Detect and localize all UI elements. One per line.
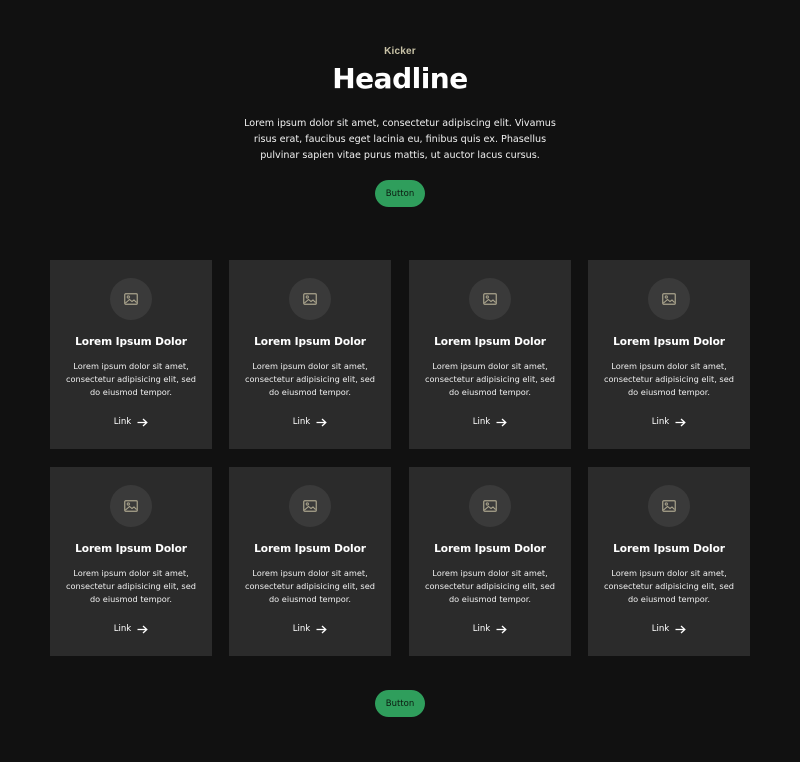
headline: Headline bbox=[332, 62, 468, 95]
arrow-right-icon bbox=[316, 418, 328, 427]
card: Lorem Ipsum Dolor Lorem ipsum dolor sit … bbox=[50, 467, 212, 656]
kicker: Kicker bbox=[384, 46, 416, 57]
card-link-label: Link bbox=[113, 417, 132, 427]
card-link[interactable]: Link bbox=[50, 417, 212, 427]
hero-button[interactable]: Button bbox=[375, 180, 425, 207]
arrow-right-icon bbox=[675, 625, 687, 634]
card-link-label: Link bbox=[651, 417, 670, 427]
image-icon bbox=[469, 485, 511, 527]
arrow-right-icon bbox=[316, 625, 328, 634]
card-body: Lorem ipsum dolor sit amet, consectetur … bbox=[604, 361, 734, 397]
image-icon bbox=[648, 485, 690, 527]
card-body: Lorem ipsum dolor sit amet, consectetur … bbox=[66, 568, 196, 604]
card-link-label: Link bbox=[651, 624, 670, 634]
card-link-label: Link bbox=[472, 624, 491, 634]
card-title: Lorem Ipsum Dolor bbox=[75, 336, 187, 348]
card-title: Lorem Ipsum Dolor bbox=[254, 543, 366, 555]
card-link-label: Link bbox=[292, 417, 311, 427]
card-link-label: Link bbox=[292, 624, 311, 634]
card: Lorem Ipsum Dolor Lorem ipsum dolor sit … bbox=[409, 467, 571, 656]
card-body: Lorem ipsum dolor sit amet, consectetur … bbox=[66, 361, 196, 397]
card-link[interactable]: Link bbox=[409, 624, 571, 634]
card-link-label: Link bbox=[472, 417, 491, 427]
card-link[interactable]: Link bbox=[588, 417, 750, 427]
image-icon bbox=[469, 278, 511, 320]
card-title: Lorem Ipsum Dolor bbox=[613, 336, 725, 348]
arrow-right-icon bbox=[137, 625, 149, 634]
card-title: Lorem Ipsum Dolor bbox=[75, 543, 187, 555]
arrow-right-icon bbox=[137, 418, 149, 427]
page: Kicker Headline Lorem ipsum dolor sit am… bbox=[0, 0, 800, 762]
image-icon bbox=[110, 485, 152, 527]
card-body: Lorem ipsum dolor sit amet, consectetur … bbox=[425, 568, 555, 604]
card-body: Lorem ipsum dolor sit amet, consectetur … bbox=[245, 361, 375, 397]
image-icon bbox=[289, 485, 331, 527]
card-title: Lorem Ipsum Dolor bbox=[254, 336, 366, 348]
image-icon bbox=[648, 278, 690, 320]
card-title: Lorem Ipsum Dolor bbox=[434, 543, 546, 555]
card: Lorem Ipsum Dolor Lorem ipsum dolor sit … bbox=[588, 467, 750, 656]
card: Lorem Ipsum Dolor Lorem ipsum dolor sit … bbox=[588, 260, 750, 449]
card-body: Lorem ipsum dolor sit amet, consectetur … bbox=[245, 568, 375, 604]
card-link[interactable]: Link bbox=[588, 624, 750, 634]
card: Lorem Ipsum Dolor Lorem ipsum dolor sit … bbox=[229, 467, 391, 656]
card-link[interactable]: Link bbox=[409, 417, 571, 427]
card: Lorem Ipsum Dolor Lorem ipsum dolor sit … bbox=[50, 260, 212, 449]
card: Lorem Ipsum Dolor Lorem ipsum dolor sit … bbox=[409, 260, 571, 449]
card-title: Lorem Ipsum Dolor bbox=[613, 543, 725, 555]
arrow-right-icon bbox=[496, 625, 508, 634]
card-title: Lorem Ipsum Dolor bbox=[434, 336, 546, 348]
image-icon bbox=[289, 278, 331, 320]
image-icon bbox=[110, 278, 152, 320]
intro-text: Lorem ipsum dolor sit amet, consectetur … bbox=[244, 118, 556, 161]
card-link[interactable]: Link bbox=[229, 417, 391, 427]
card-link[interactable]: Link bbox=[229, 624, 391, 634]
card-body: Lorem ipsum dolor sit amet, consectetur … bbox=[604, 568, 734, 604]
card: Lorem Ipsum Dolor Lorem ipsum dolor sit … bbox=[229, 260, 391, 449]
arrow-right-icon bbox=[496, 418, 508, 427]
arrow-right-icon bbox=[675, 418, 687, 427]
card-link-label: Link bbox=[113, 624, 132, 634]
card-body: Lorem ipsum dolor sit amet, consectetur … bbox=[425, 361, 555, 397]
card-link[interactable]: Link bbox=[50, 624, 212, 634]
footer-button[interactable]: Button bbox=[375, 690, 425, 717]
